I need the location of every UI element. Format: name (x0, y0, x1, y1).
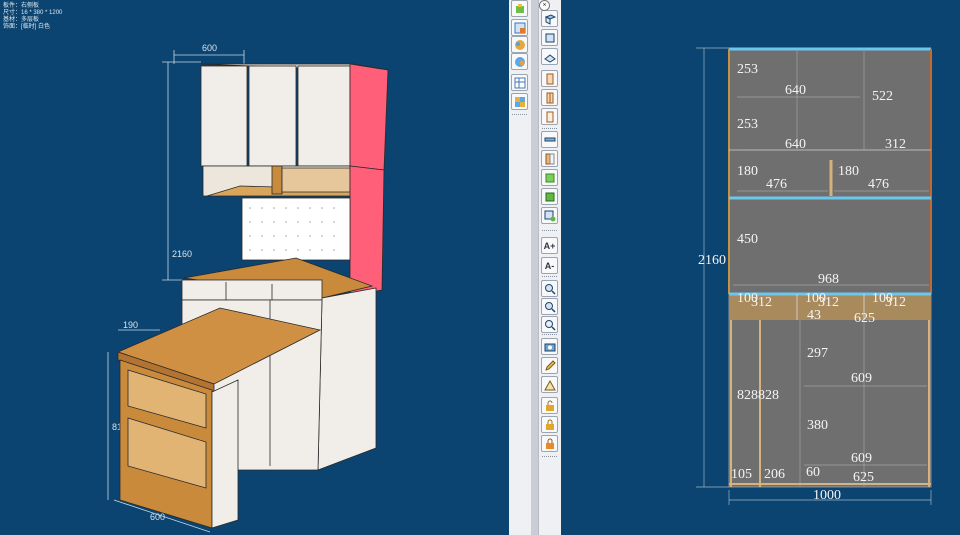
green-panel-icon[interactable] (541, 169, 558, 186)
cabinet-3d-model[interactable]: 600 2160 190 810 600 300 (0, 0, 508, 535)
paint-bucket-icon[interactable] (511, 0, 528, 17)
front-view-icon[interactable] (541, 29, 558, 46)
camera-icon[interactable] (541, 338, 558, 355)
dim-desk-depth: 190 (123, 320, 138, 330)
left-view-icon[interactable] (541, 70, 558, 87)
elev-label: 640 (785, 83, 806, 98)
3d-viewport[interactable]: 板件：右侧板 尺寸：16 * 380 * 1200 基材：多层板 饰面：[临时]… (0, 0, 508, 535)
dim-height: 2160 (172, 249, 192, 259)
toolbar-left (509, 0, 531, 535)
green-box-icon[interactable] (541, 188, 558, 205)
lock-open-icon[interactable] (541, 397, 558, 414)
elev-label: 312 (885, 295, 906, 310)
elev-label: 380 (807, 418, 828, 433)
elev-label: 297 (807, 346, 828, 361)
elev-label: 60 (806, 465, 820, 480)
select-region-icon[interactable] (511, 19, 528, 36)
elev-label: 105 (731, 467, 752, 482)
measure-icon[interactable] (541, 376, 558, 393)
elev-label: 625 (853, 470, 874, 485)
3d-view-icon[interactable] (541, 10, 558, 27)
elev-label: 450 (737, 232, 758, 247)
elev-label: 609 (851, 371, 872, 386)
elev-label: 180 (838, 164, 859, 179)
pane-splitter[interactable] (531, 0, 538, 535)
elev-label: 476 (766, 177, 787, 192)
font-increase-button[interactable]: A+ (541, 237, 558, 254)
elev-label: 312 (818, 295, 839, 310)
dim-top-width: 600 (202, 43, 217, 53)
zoom-out-icon[interactable] (541, 298, 558, 315)
elev-label: 476 (868, 177, 889, 192)
right-view-icon[interactable] (541, 89, 558, 106)
elev-label: 828828 (737, 388, 779, 403)
dim-base-width: 600 (150, 512, 165, 522)
elev-total-height: 2160 (698, 253, 726, 268)
elev-label: 640 (785, 137, 806, 152)
cabinet-color-icon[interactable] (511, 36, 528, 53)
panel-grid-icon[interactable] (511, 93, 528, 110)
lock-icon[interactable] (541, 435, 558, 452)
elevation-drawing[interactable]: 2160 1000 253 640 522 253 640 312 180 47… (563, 0, 960, 535)
font-decrease-button[interactable]: A- (541, 257, 558, 274)
elev-label: 968 (818, 272, 839, 287)
pencil-icon[interactable] (541, 357, 558, 374)
sphere-icon[interactable] (511, 53, 528, 70)
elev-label: 43 (807, 308, 821, 323)
elev-label: 253 (737, 117, 758, 132)
back-view-icon[interactable] (541, 108, 558, 125)
panel-icon[interactable] (541, 150, 558, 167)
top-view-icon[interactable] (541, 48, 558, 65)
zoom-fit-icon[interactable] (541, 316, 558, 333)
elev-label: 312 (885, 137, 906, 152)
elev-total-width: 1000 (813, 488, 841, 503)
add-panel-icon[interactable] (541, 207, 558, 224)
elev-label: 522 (872, 89, 893, 104)
layer-icon[interactable] (541, 131, 558, 148)
elev-label: 253 (737, 62, 758, 77)
lock-closed-icon[interactable] (541, 416, 558, 433)
elev-label: 206 (764, 467, 785, 482)
elev-label: 312 (751, 295, 772, 310)
toolbar-right: A+ A- (538, 0, 561, 535)
elev-label: 609 (851, 451, 872, 466)
elev-label: 180 (737, 164, 758, 179)
zoom-in-icon[interactable] (541, 280, 558, 297)
elev-label: 625 (854, 311, 875, 326)
close-icon[interactable]: × (539, 0, 550, 11)
grid-icon[interactable] (511, 74, 528, 91)
selected-side-panel[interactable] (349, 63, 389, 171)
elevation-viewport[interactable]: 2160 1000 253 640 522 253 640 312 180 47… (563, 0, 960, 535)
